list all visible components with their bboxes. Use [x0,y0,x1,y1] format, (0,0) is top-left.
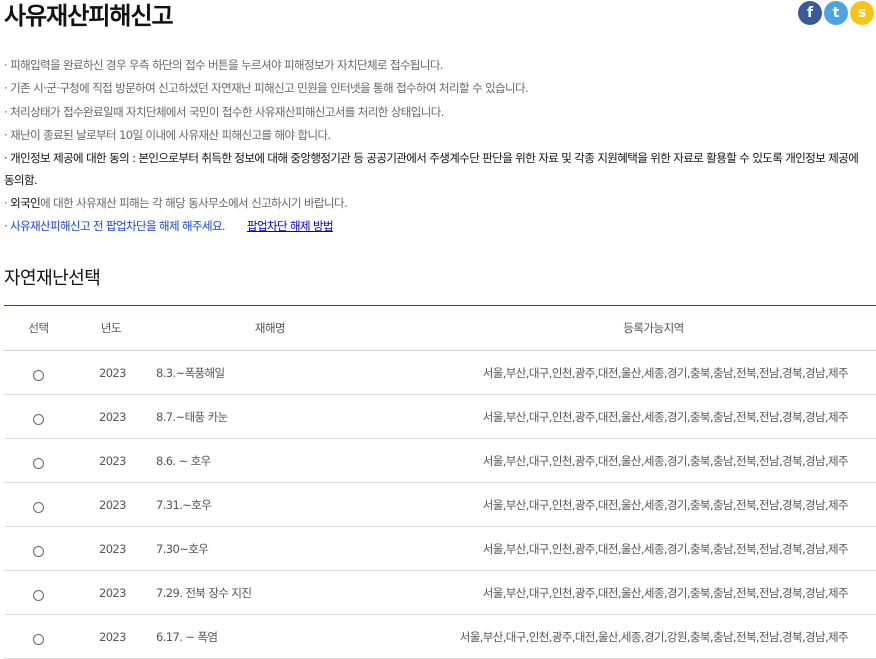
popup-notice-text: · 사유재산피해신고 전 팝업차단을 해제 해주세요. [4,219,226,234]
table-row[interactable]: 2023 8.6. ~ 호우 서울,부산,대구,인천,광주,대전,울산,세종,경… [4,438,876,483]
kakaostory-icon[interactable]: s [850,1,874,25]
regions-cell: 서울,부산,대구,인천,광주,대전,울산,세종,경기,충북,충남,전북,전남,경… [391,438,876,483]
table-row[interactable]: 2023 7.31.~호우 서울,부산,대구,인천,광주,대전,울산,세종,경기… [4,482,876,527]
disaster-name-cell: 7.31.~호우 [150,482,391,527]
select-radio[interactable] [33,370,44,381]
disaster-name-cell: 8.6. ~ 호우 [150,438,391,483]
year-cell: 2023 [73,570,150,615]
regions-cell: 서울,부산,대구,인천,광주,대전,울산,세종,경기,충북,충남,전북,전남,경… [391,570,876,615]
select-radio[interactable] [33,634,44,645]
popup-notice: · 사유재산피해신고 전 팝업차단을 해제 해주세요. 팝업차단 해제 방법 [4,215,864,238]
year-cell: 2023 [73,438,150,483]
regions-cell: 서울,부산,대구,인천,광주,대전,울산,세종,경기,강원,충북,충남,전북,전… [391,614,876,659]
col-header-year: 년도 [73,305,150,351]
table-row[interactable]: 2023 6.17. ~ 폭염 서울,부산,대구,인천,광주,대전,울산,세종,… [4,614,876,659]
notice-list: · 피해입력을 완료하신 경우 우측 하단의 접수 버튼을 누르셔야 피해정보가… [4,54,864,239]
disaster-name-cell: 8.3.~폭풍해일 [150,350,391,395]
social-share-buttons: f t s [798,1,874,25]
select-radio[interactable] [33,458,44,469]
facebook-icon[interactable]: f [798,1,822,25]
year-cell: 2023 [73,614,150,659]
table-header-row: 선택 년도 재해명 등록가능지역 [4,305,876,351]
notice-item: · 피해입력을 완료하신 경우 우측 하단의 접수 버튼을 누르셔야 피해정보가… [4,58,444,72]
notice-item: · 기존 시·군·구청에 직접 방문하여 신고하셨던 자연재난 피해신고 민원을… [4,81,529,96]
notice-item: · 재난이 종료된 날로부터 10일 이내에 사유재산 피해신고를 해야 합니다… [4,127,331,142]
table-row[interactable]: 2023 8.7.~태풍 카눈 서울,부산,대구,인천,광주,대전,울산,세종,… [4,394,876,439]
regions-cell: 서울,부산,대구,인천,광주,대전,울산,세종,경기,충북,충남,전북,전남,경… [391,526,876,571]
foreigner-notice-text: 에 대한 사유재산 피해는 각 해당 동사무소에서 신고하시기 바랍니다. [40,196,348,211]
table-row[interactable]: 2023 7.29. 전북 장수 지진 서울,부산,대구,인천,광주,대전,울산… [4,570,876,615]
table-row[interactable]: 2023 8.3.~폭풍해일 서울,부산,대구,인천,광주,대전,울산,세종,경… [4,350,876,395]
disaster-name-cell: 7.29. 전북 장수 지진 [150,570,391,615]
popup-unblock-guide-link[interactable]: 팝업차단 해제 방법 [247,219,334,233]
regions-cell: 서울,부산,대구,인천,광주,대전,울산,세종,경기,충북,충남,전북,전남,경… [391,482,876,527]
select-radio[interactable] [33,502,44,513]
disaster-name-cell: 6.17. ~ 폭염 [150,614,391,659]
select-radio[interactable] [33,546,44,557]
year-cell: 2023 [73,394,150,439]
table-row[interactable]: 2023 7.30~호우 서울,부산,대구,인천,광주,대전,울산,세종,경기,… [4,526,876,571]
page-title: 사유재산피해신고 [4,2,174,30]
section-title: 자연재난선택 [4,268,101,289]
foreigner-notice: · 외국인에 대한 사유재산 피해는 각 해당 동사무소에서 신고하시기 바랍니… [4,192,864,215]
foreigner-highlight: 외국인 [10,196,41,211]
col-header-regions: 등록가능지역 [391,305,876,351]
year-cell: 2023 [73,526,150,571]
disaster-name-cell: 7.30~호우 [150,526,391,571]
col-header-disaster-name: 재해명 [150,305,391,351]
notice-item: · 처리상태가 접수완료일때 자치단체에서 국민이 접수한 사유재산피해신고서를… [4,104,444,119]
privacy-consent-notice: · 개인정보 제공에 대한 동의 : 본인으로부터 취득한 정보에 대해 중앙행… [4,151,859,188]
regions-cell: 서울,부산,대구,인천,광주,대전,울산,세종,경기,충북,충남,전북,전남,경… [391,394,876,439]
regions-cell: 서울,부산,대구,인천,광주,대전,울산,세종,경기,충북,충남,전북,전남,경… [391,350,876,395]
col-header-select: 선택 [4,305,73,351]
year-cell: 2023 [73,482,150,527]
select-radio[interactable] [33,414,44,425]
year-cell: 2023 [73,350,150,395]
disaster-table: 선택 년도 재해명 등록가능지역 2023 8.3.~폭풍해일 서울,부산,대구… [4,305,876,659]
twitter-icon[interactable]: t [824,1,848,25]
disaster-name-cell: 8.7.~태풍 카눈 [150,394,391,439]
select-radio[interactable] [33,590,44,601]
